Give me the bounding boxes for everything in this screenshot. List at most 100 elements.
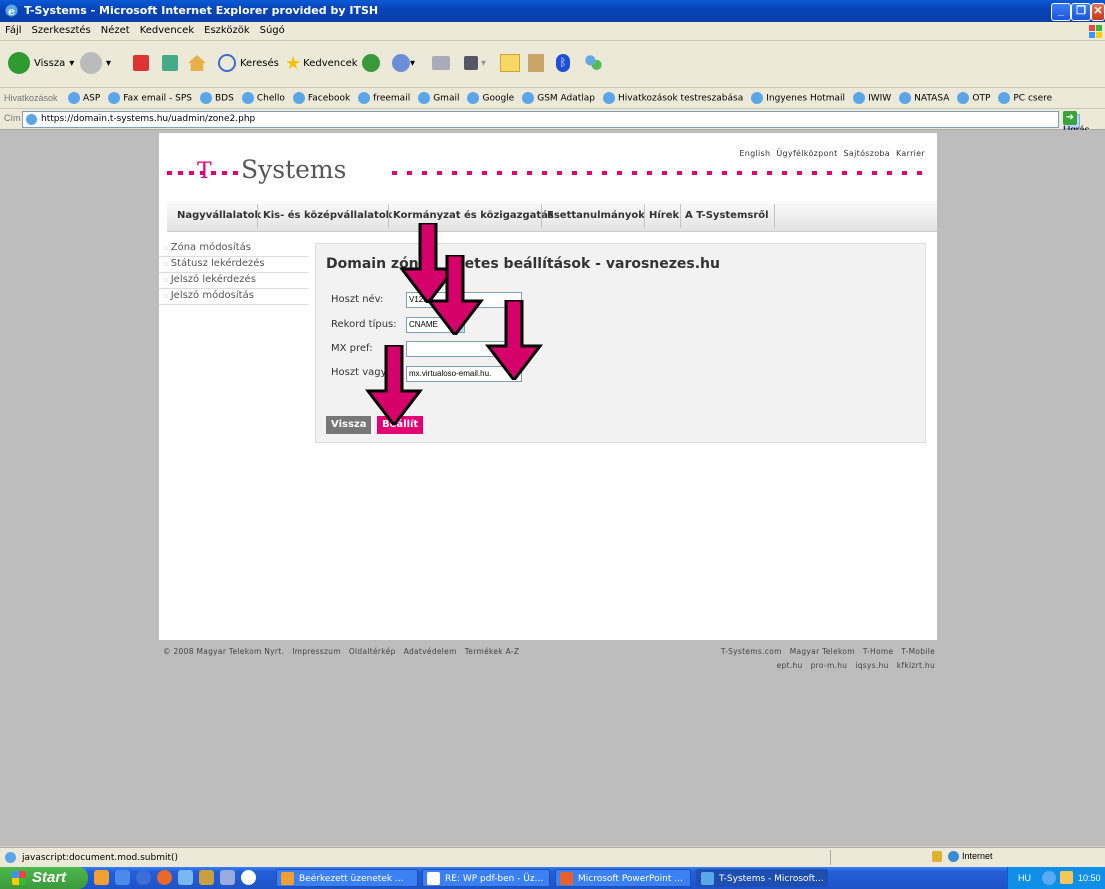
quicklaunch-icon[interactable]	[115, 870, 130, 885]
print-button[interactable]	[432, 49, 450, 77]
edit-button[interactable]: ▾	[464, 49, 486, 77]
favorite-link[interactable]: Hivatkozások testreszabása	[603, 91, 743, 104]
t-systems-logo: T Systems	[167, 139, 937, 199]
nav-item[interactable]: A T-Systemsről	[685, 210, 769, 221]
page-icon	[68, 91, 80, 104]
footer-link[interactable]: T-Systems.com	[721, 647, 782, 656]
stop-button[interactable]	[133, 49, 149, 77]
favorite-link[interactable]: Gmail	[418, 91, 459, 104]
search-button[interactable]: Keresés	[218, 49, 279, 77]
side-nav-item[interactable]: Jelszó módosítás	[159, 289, 309, 305]
research-button[interactable]	[528, 49, 544, 77]
menu-favorites[interactable]: Kedvencek	[135, 22, 199, 36]
taskbar-button[interactable]: Microsoft PowerPoint ...	[555, 869, 691, 887]
favorites-button[interactable]: ★ Kedvencek	[285, 49, 358, 77]
favorite-link[interactable]: GSM Adatlap	[522, 91, 595, 104]
side-nav-item[interactable]: Zóna módosítás	[159, 241, 309, 257]
menu-help[interactable]: Súgó	[255, 22, 290, 36]
taskbar-button-active[interactable]: T-Systems - Microsoft...	[696, 869, 828, 887]
back-button[interactable]: Vissza ▾	[8, 49, 74, 77]
taskbar-button[interactable]: RE: WP pdf-ben - Üz...	[422, 869, 550, 887]
start-button[interactable]: Start	[0, 867, 88, 889]
maximize-button[interactable]: ❐	[1071, 3, 1091, 21]
quicklaunch-icon[interactable]	[241, 870, 256, 885]
favorite-link[interactable]: PC csere	[998, 91, 1052, 104]
footer-link[interactable]: Adatvédelem	[404, 647, 457, 656]
nav-item[interactable]: Nagyvállalatok	[177, 210, 261, 221]
taskbar: Start Beérkezett üzenetek ... RE: WP pdf…	[0, 867, 1105, 889]
side-nav-item[interactable]: Jelszó lekérdezés	[159, 273, 309, 289]
window-title-bar[interactable]: e T-Systems - Microsoft Internet Explore…	[0, 0, 1105, 22]
footer-link[interactable]: T-Mobile	[901, 647, 935, 656]
favorite-link[interactable]: Google	[467, 91, 514, 104]
language-indicator[interactable]: HU	[1018, 873, 1031, 883]
nav-item[interactable]: Hírek	[649, 210, 679, 221]
menu-tools[interactable]: Eszközök	[199, 22, 255, 36]
record-type-label: Rekord típus:	[331, 319, 397, 330]
top-link[interactable]: Sajtószoba	[844, 149, 890, 158]
footer-link[interactable]: Oldaltérkép	[349, 647, 396, 656]
site-footer: © 2008 Magyar Telekom Nyrt. Impresszum Old…	[163, 647, 935, 670]
footer-link[interactable]: Impresszum	[292, 647, 341, 656]
favorite-link[interactable]: BDS	[200, 91, 234, 104]
favorite-link[interactable]: freemail	[358, 91, 410, 104]
research-icon	[528, 54, 544, 72]
taskbar-button[interactable]: Beérkezett üzenetek ...	[276, 869, 418, 887]
favorite-link[interactable]: OTP	[957, 91, 990, 104]
favorite-link[interactable]: NATASA	[899, 91, 949, 104]
home-icon	[188, 55, 206, 71]
history-button[interactable]	[362, 49, 380, 77]
footer-link[interactable]: T-Home	[863, 647, 894, 656]
links-label: Hivatkozások	[4, 93, 58, 103]
quicklaunch-icon[interactable]	[199, 870, 214, 885]
footer-link[interactable]: kfkizrt.hu	[897, 661, 935, 670]
quicklaunch-icon[interactable]	[157, 870, 172, 885]
forward-arrow-icon	[80, 52, 102, 74]
footer-link[interactable]: ept.hu	[777, 661, 803, 670]
menu-view[interactable]: Nézet	[96, 22, 135, 36]
t-logo-icon: T	[197, 159, 212, 184]
nav-item[interactable]: Kormányzat és közigazgatás	[393, 210, 554, 221]
favorite-link[interactable]: Facebook	[292, 91, 350, 104]
quicklaunch-icon[interactable]	[94, 870, 109, 885]
footer-link[interactable]: iqsys.hu	[855, 661, 888, 670]
refresh-button[interactable]	[162, 49, 178, 77]
top-link[interactable]: Ügyfélközpont	[776, 149, 837, 158]
quicklaunch-icon[interactable]	[178, 870, 193, 885]
favorite-link[interactable]: IWIW	[853, 91, 891, 104]
address-input[interactable]: https://domain.t-systems.hu/uadmin/zone2…	[22, 111, 1080, 129]
close-button[interactable]: ✕	[1091, 3, 1105, 21]
favorite-link[interactable]: Ingyenes Hotmail	[751, 91, 845, 104]
footer-link[interactable]: pro-m.hu	[811, 661, 848, 670]
favorite-link[interactable]: Chello	[241, 91, 285, 104]
minimize-button[interactable]: _	[1051, 3, 1071, 21]
menu-file[interactable]: Fájl	[0, 22, 27, 36]
favorite-link[interactable]: ASP	[68, 91, 100, 104]
bluetooth-icon: ᛒ	[556, 54, 570, 72]
page-icon	[998, 91, 1011, 104]
go-arrow-icon: ➜	[1063, 111, 1077, 125]
forward-button[interactable]: ▾	[80, 49, 111, 77]
tray-expand-icon[interactable]	[1042, 871, 1056, 885]
side-nav-item[interactable]: Státusz lekérdezés	[159, 257, 309, 273]
bluetooth-button[interactable]: ᛒ	[556, 49, 570, 77]
messenger-button[interactable]	[500, 49, 520, 77]
quicklaunch-icon[interactable]	[220, 870, 235, 885]
top-link[interactable]: English	[739, 149, 770, 158]
quicklaunch-icon[interactable]	[136, 870, 151, 885]
nav-item[interactable]: Kis- és középvállalatok	[263, 210, 392, 221]
mail-button[interactable]: ▾	[392, 49, 415, 77]
footer-link[interactable]: Magyar Telekom	[790, 647, 855, 656]
menu-edit[interactable]: Szerkesztés	[27, 22, 96, 36]
nav-item[interactable]: Esettanulmányok	[547, 210, 645, 221]
svg-text:e: e	[8, 5, 15, 18]
annotation-arrow-icon	[425, 255, 485, 335]
favorite-link[interactable]: Fax email - SPS	[108, 91, 192, 104]
home-button[interactable]	[188, 49, 206, 77]
footer-link[interactable]: Termékek A-Z	[465, 647, 520, 656]
tray-icon[interactable]	[1060, 871, 1073, 884]
users-button[interactable]	[584, 49, 602, 77]
top-link[interactable]: Karrier	[896, 149, 925, 158]
address-bar: Cím https://domain.t-systems.hu/uadmin/z…	[0, 109, 1105, 136]
mail-icon	[427, 872, 440, 885]
